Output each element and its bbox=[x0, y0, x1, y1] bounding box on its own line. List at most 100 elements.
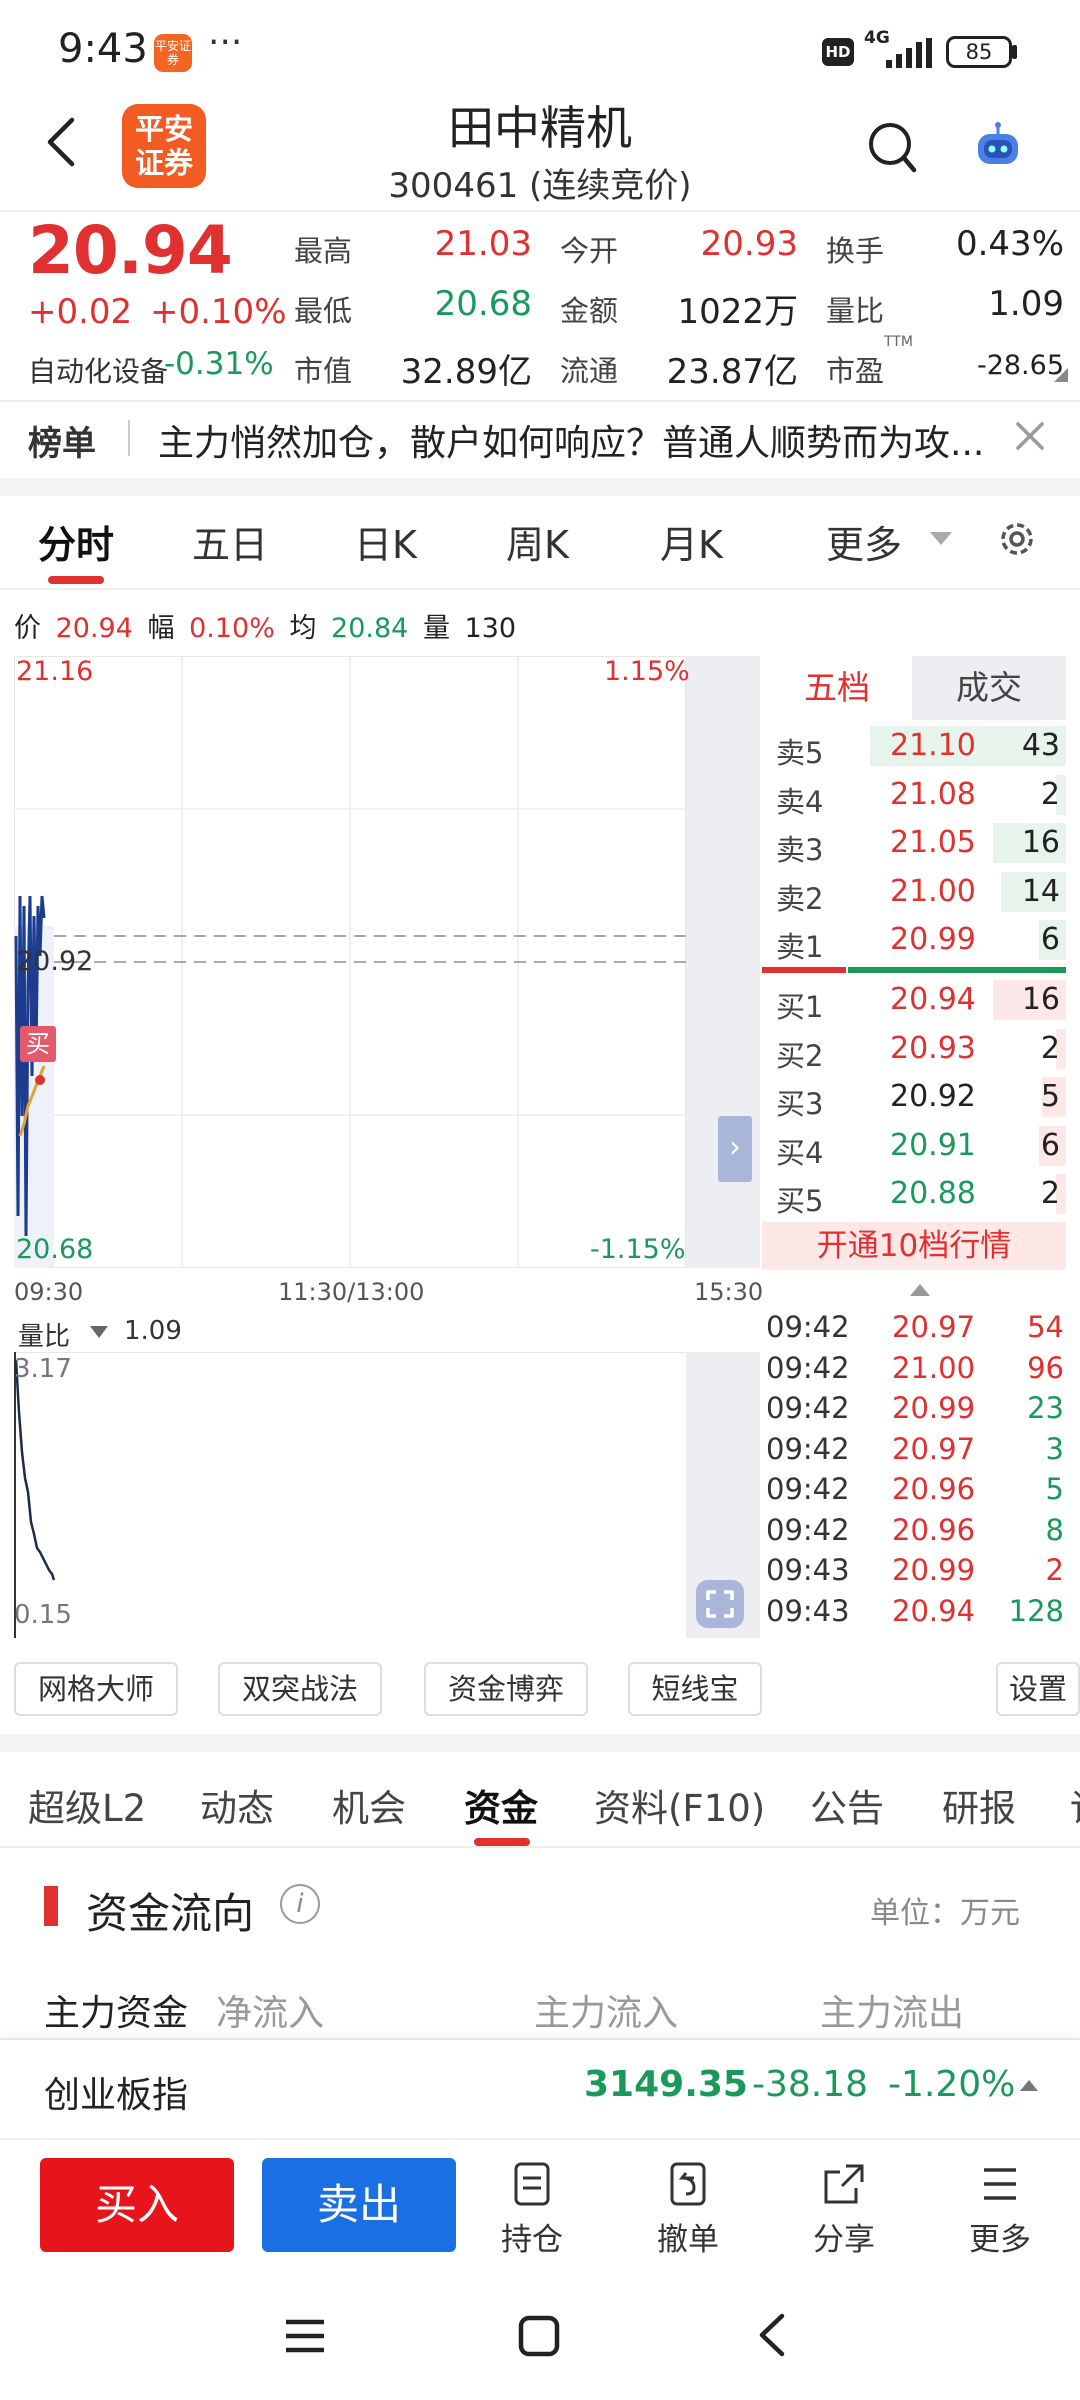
tab-five-day[interactable]: 五日 bbox=[192, 514, 268, 569]
sector-label[interactable]: 自动化设备 bbox=[28, 350, 168, 390]
tab-discussion[interactable]: 讨 bbox=[1070, 1778, 1080, 1832]
ask-row[interactable]: 卖3 21.05 16 bbox=[762, 819, 1066, 867]
back-icon[interactable] bbox=[42, 112, 82, 172]
close-icon[interactable] bbox=[1010, 416, 1050, 456]
quote-value-market-cap: 32.89亿 bbox=[400, 352, 532, 392]
active-tab-indicator bbox=[474, 1838, 530, 1846]
info-avg: 20.84 bbox=[331, 613, 409, 644]
chevron-down-icon[interactable] bbox=[930, 532, 952, 545]
cancel-order-button[interactable]: 撤单 bbox=[638, 2160, 738, 2260]
chevron-down-icon[interactable] bbox=[90, 1326, 108, 1338]
gear-icon[interactable] bbox=[996, 518, 1038, 560]
section-accent bbox=[44, 1886, 58, 1926]
sell-button[interactable]: 卖出 bbox=[262, 2158, 456, 2252]
info-amp-label: 幅 bbox=[147, 613, 175, 644]
ai-assistant-icon[interactable] bbox=[970, 118, 1026, 174]
quote-value-amount: 1022万 bbox=[677, 292, 798, 332]
chart-high-pct: 1.15% bbox=[604, 656, 690, 687]
search-icon[interactable] bbox=[866, 120, 918, 176]
tick-price: 21.00 bbox=[892, 1350, 976, 1385]
app-notification-icon: 平安证券 bbox=[154, 34, 192, 72]
ask-level-label: 卖3 bbox=[776, 833, 824, 867]
bid-row[interactable]: 买5 20.88 2 bbox=[762, 1170, 1066, 1218]
document-icon bbox=[514, 2162, 550, 2206]
tick-time: 09:43 bbox=[766, 1593, 850, 1628]
ask-row[interactable]: 卖4 21.08 2 bbox=[762, 771, 1066, 819]
chevron-right-icon[interactable]: › bbox=[718, 1116, 752, 1182]
ask-price: 21.05 bbox=[890, 825, 976, 860]
tab-super-l2[interactable]: 超级L2 bbox=[28, 1778, 146, 1832]
info-avg-label: 均 bbox=[289, 613, 317, 644]
list-icon bbox=[984, 2168, 1016, 2200]
bid-row[interactable]: 买1 20.94 16 bbox=[762, 976, 1066, 1024]
bid-quantity: 6 bbox=[1040, 1127, 1060, 1163]
menu-icon[interactable] bbox=[282, 2312, 328, 2360]
chip-double-breakout[interactable]: 双突战法 bbox=[218, 1662, 382, 1716]
bid-level-label: 买2 bbox=[776, 1038, 824, 1073]
chevron-up-icon[interactable] bbox=[910, 1284, 930, 1296]
sector-change[interactable]: -0.31% bbox=[164, 346, 274, 382]
quote-label-pe: 市盈 bbox=[826, 354, 885, 388]
bid-price: 20.91 bbox=[890, 1127, 976, 1163]
bid-row[interactable]: 买2 20.93 2 bbox=[762, 1025, 1066, 1073]
buy-button[interactable]: 买入 bbox=[40, 2158, 234, 2252]
fullscreen-icon[interactable] bbox=[696, 1580, 744, 1628]
tick-time: 09:42 bbox=[766, 1391, 850, 1425]
chip-settings[interactable]: 设置 bbox=[996, 1662, 1080, 1716]
share-label: 分享 bbox=[813, 2222, 875, 2258]
tick-price: 20.99 bbox=[892, 1553, 976, 1587]
volume-ratio-label[interactable]: 量比 bbox=[18, 1316, 70, 1353]
tab-intraday[interactable]: 分时 bbox=[38, 514, 114, 569]
app-icon-text: 平安证券 bbox=[154, 39, 191, 67]
ask-row[interactable]: 卖5 21.10 43 bbox=[762, 722, 1066, 770]
chip-fund-game[interactable]: 资金博弈 bbox=[424, 1662, 588, 1716]
volume-ratio-chart bbox=[14, 1352, 686, 1638]
brand-logo[interactable]: 平安 证券 bbox=[122, 104, 206, 188]
tab-announcements[interactable]: 公告 bbox=[810, 1778, 884, 1832]
tab-more[interactable]: 更多 bbox=[826, 514, 902, 569]
back-icon[interactable] bbox=[750, 2310, 796, 2360]
chart-prev-close: 20.92 bbox=[16, 946, 94, 977]
index-value: 3149.35 bbox=[584, 2064, 748, 2105]
bid-row[interactable]: 买4 20.91 6 bbox=[762, 1122, 1066, 1170]
info-vol: 130 bbox=[464, 613, 517, 644]
quote-label-amount: 金额 bbox=[560, 294, 619, 328]
tab-trades[interactable]: 成交 bbox=[912, 656, 1066, 720]
hd-icon: HD bbox=[822, 38, 854, 66]
share-button[interactable]: 分享 bbox=[794, 2160, 894, 2260]
chip-short-term[interactable]: 短线宝 bbox=[628, 1662, 762, 1716]
tab-opportunity[interactable]: 机会 bbox=[332, 1778, 406, 1832]
tab-daily-k[interactable]: 日K bbox=[354, 514, 417, 569]
ask-row[interactable]: 卖2 21.00 14 bbox=[762, 868, 1066, 916]
tick-price: 20.96 bbox=[892, 1472, 976, 1506]
tab-divider bbox=[0, 588, 1080, 590]
cancel-order-label: 撤单 bbox=[657, 2222, 719, 2258]
ask-row[interactable]: 卖1 20.99 6 bbox=[762, 916, 1066, 964]
upgrade-level10-button[interactable]: 开通10档行情 bbox=[762, 1222, 1066, 1270]
tab-f10[interactable]: 资料(F10) bbox=[594, 1778, 765, 1832]
rank-headline[interactable]: 主力悄然加仓，散户如何响应？普通人顺势而为攻... bbox=[158, 414, 998, 466]
tick-time: 09:43 bbox=[766, 1553, 850, 1587]
more-button[interactable]: 更多 bbox=[950, 2160, 1050, 2260]
bid-row[interactable]: 买3 20.92 5 bbox=[762, 1073, 1066, 1121]
tab-divider bbox=[0, 1846, 1080, 1848]
home-icon[interactable] bbox=[516, 2312, 562, 2360]
tab-order-book[interactable]: 五档 bbox=[762, 656, 912, 720]
tab-capital[interactable]: 资金 bbox=[464, 1778, 538, 1832]
bid-price: 20.92 bbox=[890, 1079, 976, 1114]
tab-monthly-k[interactable]: 月K bbox=[660, 514, 723, 569]
chip-grid-master[interactable]: 网格大师 bbox=[14, 1662, 178, 1716]
tab-weekly-k[interactable]: 周K bbox=[506, 514, 569, 569]
tab-research[interactable]: 研报 bbox=[942, 1778, 1016, 1832]
corner-expand-icon[interactable] bbox=[1054, 368, 1068, 382]
tab-news[interactable]: 动态 bbox=[200, 1778, 274, 1832]
info-icon[interactable]: i bbox=[280, 1884, 320, 1924]
trade-tick-row: 09:42 20.96 8 bbox=[764, 1511, 1066, 1551]
ask-quantity: 14 bbox=[1021, 873, 1060, 909]
quote-value-volume-ratio: 1.09 bbox=[988, 284, 1064, 324]
buy-marker[interactable]: 买 bbox=[20, 1026, 56, 1062]
chart-low-price: 20.68 bbox=[16, 1234, 94, 1265]
positions-button[interactable]: 持仓 bbox=[482, 2160, 582, 2260]
time-label-midday: 11:30/13:00 bbox=[278, 1278, 425, 1306]
chevron-up-icon[interactable] bbox=[1020, 2080, 1038, 2091]
